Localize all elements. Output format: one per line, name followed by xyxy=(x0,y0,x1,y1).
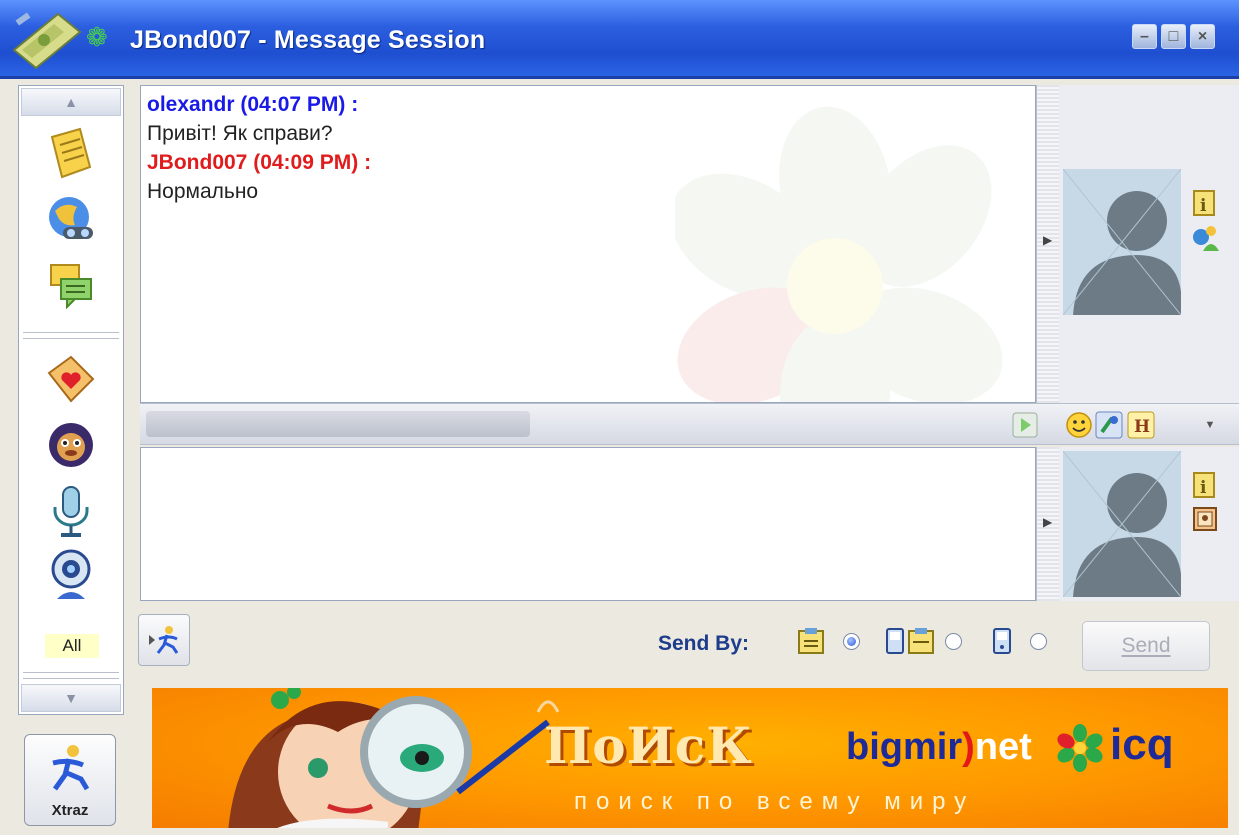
id-card-icon xyxy=(12,12,82,70)
xtraz-figure-icon xyxy=(149,626,179,654)
bigmir-text: bigmir xyxy=(846,726,963,768)
web-globe-icon[interactable] xyxy=(41,190,101,248)
svg-text:H: H xyxy=(1134,417,1150,437)
message-text: Нормально xyxy=(147,180,259,203)
message-input[interactable] xyxy=(140,447,1036,601)
font-settings-icon[interactable] xyxy=(1094,410,1124,440)
advertisement-banner[interactable]: ПоИсК bigmir)net icq поиск по всему миру xyxy=(152,688,1228,828)
icq-flower-icon xyxy=(1057,724,1103,772)
expand-arrow-icon[interactable]: ▶ xyxy=(1043,515,1052,529)
message-header: olexandr (04:07 PM) : xyxy=(147,93,359,116)
contact-avatar xyxy=(1063,169,1181,315)
history-icon[interactable]: H xyxy=(1126,410,1156,440)
xtraz-label: Xtraz xyxy=(51,802,89,819)
microphone-icon[interactable] xyxy=(41,482,101,540)
message-icon[interactable] xyxy=(796,627,826,655)
my-info-icon[interactable]: i xyxy=(1191,471,1219,499)
title-bar[interactable]: ❁ JBond007 - Message Session – □ × xyxy=(0,0,1239,79)
message-history[interactable]: olexandr (04:07 PM) : Привіт! Як справи?… xyxy=(140,85,1036,403)
more-options-chevron-icon[interactable]: ▼ xyxy=(1202,410,1218,440)
contact-picture-panel: ▶ i xyxy=(1036,85,1239,403)
send-by-mobile-radio[interactable] xyxy=(1030,633,1047,650)
xtraz-small-button[interactable] xyxy=(138,614,190,666)
sms-message-icon[interactable] xyxy=(885,627,939,655)
chat-messages-icon[interactable] xyxy=(41,256,101,314)
message-session-window: ❁ JBond007 - Message Session – □ × ▲ All… xyxy=(0,0,1239,835)
maximize-icon: □ xyxy=(1168,27,1179,45)
all-features-label[interactable]: All xyxy=(45,634,99,658)
close-icon: × xyxy=(1197,27,1208,45)
banner-tagline: поиск по всему миру xyxy=(574,788,976,815)
panel-resize-grip[interactable]: ▶ xyxy=(1037,447,1059,601)
features-toolbar: ▲ All ▼ xyxy=(18,85,124,715)
message-text: Привіт! Як справи? xyxy=(147,122,333,145)
message-toolbar: H ▼ xyxy=(140,403,1239,445)
toolbar-scroll-down-button[interactable]: ▼ xyxy=(21,684,121,712)
window-client-area: ▲ All ▼ Xtraz olexandr (04:07 PM): Прив… xyxy=(0,79,1239,835)
minimize-button[interactable]: – xyxy=(1132,24,1157,49)
contact-info-icon[interactable]: i xyxy=(1191,189,1219,217)
magnifier-girl-illustration xyxy=(228,688,560,828)
svg-text:i: i xyxy=(1200,196,1207,216)
webcam-icon[interactable] xyxy=(41,546,101,604)
close-button[interactable]: × xyxy=(1190,24,1215,49)
send-by-message-radio[interactable] xyxy=(843,633,860,650)
minimize-icon: – xyxy=(1140,27,1149,45)
greeting-card-icon[interactable] xyxy=(41,350,101,408)
toolbar-separator xyxy=(23,672,119,679)
send-by-sms-radio[interactable] xyxy=(945,633,962,650)
toolbar-scroll-up-button[interactable]: ▲ xyxy=(21,88,121,116)
message-header: JBond007 (04:09 PM) : xyxy=(147,151,372,174)
icq-flower-icon: ❁ xyxy=(86,22,108,52)
send-by-label: Send By: xyxy=(658,632,750,655)
mobile-icon[interactable] xyxy=(991,627,1013,655)
send-file-icon[interactable] xyxy=(1010,410,1040,440)
svg-text:i: i xyxy=(1200,478,1207,498)
bigmir-net: net xyxy=(974,726,1032,768)
expand-arrow-icon[interactable]: ▶ xyxy=(1043,233,1052,247)
change-picture-icon[interactable] xyxy=(1191,505,1219,533)
toolbar-separator xyxy=(23,332,119,339)
send-button[interactable]: Send xyxy=(1082,621,1210,671)
xtraz-figure-icon xyxy=(52,745,90,791)
bigmir-logo: bigmir)net xyxy=(846,726,1032,769)
window-title: JBond007 - Message Session xyxy=(130,26,486,54)
history-horizontal-scrollbar[interactable] xyxy=(146,411,530,437)
panel-resize-grip[interactable]: ▶ xyxy=(1037,85,1059,403)
bigmir-paren: ) xyxy=(962,726,975,768)
my-avatar xyxy=(1063,451,1181,597)
banner-headline: ПоИсК xyxy=(544,716,753,775)
xtraz-button[interactable]: Xtraz xyxy=(24,734,116,826)
smiley-icon[interactable] xyxy=(1064,410,1094,440)
monkey-game-icon[interactable] xyxy=(41,416,101,474)
maximize-button[interactable]: □ xyxy=(1161,24,1186,49)
my-picture-panel: ▶ i xyxy=(1036,447,1239,601)
contact-details-icon[interactable] xyxy=(1191,223,1219,251)
icq-logo-text: icq xyxy=(1110,720,1174,769)
notes-icon[interactable] xyxy=(41,124,101,182)
